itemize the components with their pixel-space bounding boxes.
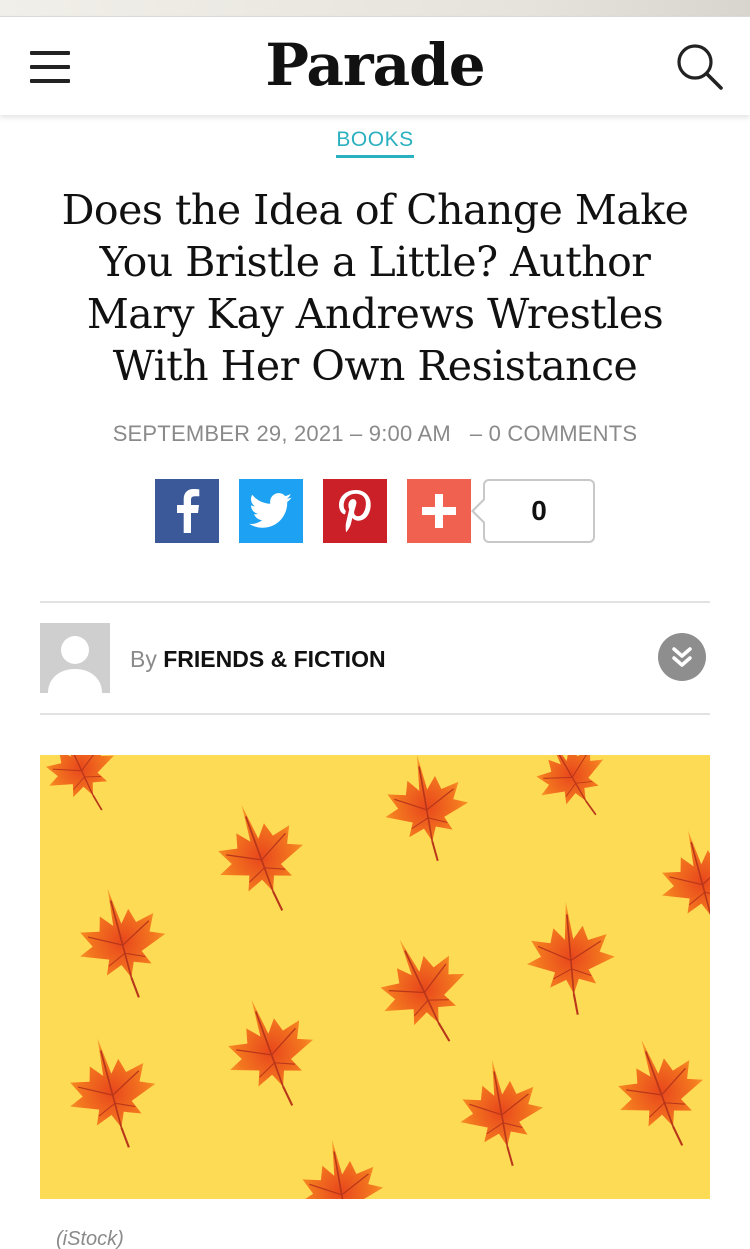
more-share-button[interactable]: [407, 479, 471, 543]
publish-date: SEPTEMBER 29, 2021: [112, 421, 344, 446]
author-expand-button[interactable]: [658, 633, 706, 681]
divider: [40, 713, 710, 715]
author-name[interactable]: FRIENDS & FICTION: [163, 646, 385, 672]
publish-time: 9:00 AM: [368, 421, 451, 446]
headline-line: You Bristle a Little? Author: [99, 238, 651, 286]
pinterest-icon: [339, 490, 371, 532]
hero-image: [40, 755, 710, 1199]
share-count-pointer-inner: [474, 500, 485, 522]
category-link-books[interactable]: BOOKS: [336, 128, 414, 158]
site-logo[interactable]: Parade: [0, 31, 750, 99]
twitter-icon: [249, 493, 292, 528]
search-icon[interactable]: [674, 41, 724, 91]
headline-line: With Her Own Resistance: [112, 342, 638, 390]
site-header: Parade: [0, 16, 750, 115]
autumn-leaves-illustration: [40, 755, 710, 1199]
comments-link[interactable]: 0 COMMENTS: [489, 421, 638, 446]
category-tag: BOOKS: [0, 128, 750, 158]
divider: [40, 601, 710, 603]
user-silhouette-icon: [48, 636, 102, 693]
meta-separator: –: [457, 421, 489, 446]
browser-top-strip: [0, 0, 750, 16]
double-chevron-down-icon: [672, 647, 692, 667]
image-caption: (iStock): [56, 1228, 124, 1249]
facebook-icon: [177, 489, 200, 533]
byline-prefix: By: [130, 646, 157, 672]
facebook-share-button[interactable]: [155, 479, 219, 543]
article-headline: Does the Idea of Change Make You Bristle…: [40, 184, 710, 392]
meta-separator: –: [350, 421, 369, 446]
plus-icon: [422, 494, 456, 528]
article-meta: SEPTEMBER 29, 2021 – 9:00 AM – 0 COMMENT…: [0, 421, 750, 447]
share-count: 0: [483, 479, 595, 543]
headline-line: Mary Kay Andrews Wrestles: [86, 290, 664, 338]
pinterest-share-button[interactable]: [323, 479, 387, 543]
byline: By FRIENDS & FICTION: [130, 646, 386, 673]
headline-line: Does the Idea of Change Make: [61, 186, 689, 234]
author-avatar[interactable]: [40, 623, 110, 693]
twitter-share-button[interactable]: [239, 479, 303, 543]
